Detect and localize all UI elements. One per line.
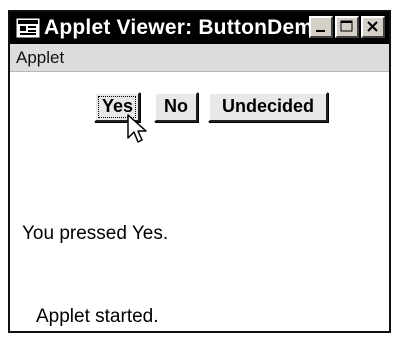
close-icon — [367, 21, 378, 32]
result-message: You pressed Yes. — [22, 223, 169, 244]
applet-viewer-window: Applet Viewer: ButtonDemo Applet Yes No … — [8, 10, 391, 333]
menu-item-applet[interactable]: Applet — [16, 48, 64, 68]
minimize-button[interactable] — [309, 16, 333, 38]
no-button[interactable]: No — [154, 92, 198, 122]
minimize-icon — [316, 30, 325, 32]
maximize-button[interactable] — [335, 16, 359, 38]
status-text: Applet started. — [36, 306, 159, 327]
window-title: Applet Viewer: ButtonDemo — [44, 16, 327, 39]
undecided-button[interactable]: Undecided — [208, 92, 328, 122]
status-bar: Applet started. — [10, 303, 389, 331]
menu-bar: Applet — [10, 44, 389, 72]
applet-content: Yes No Undecided You pressed Yes. Applet… — [10, 72, 389, 331]
maximize-icon — [340, 20, 353, 32]
mouse-pointer-icon — [126, 114, 150, 146]
window-titlebar[interactable]: Applet Viewer: ButtonDemo — [10, 12, 389, 44]
applet-viewer-app-icon[interactable] — [15, 16, 41, 40]
window-controls — [309, 16, 385, 40]
close-button[interactable] — [361, 16, 385, 38]
